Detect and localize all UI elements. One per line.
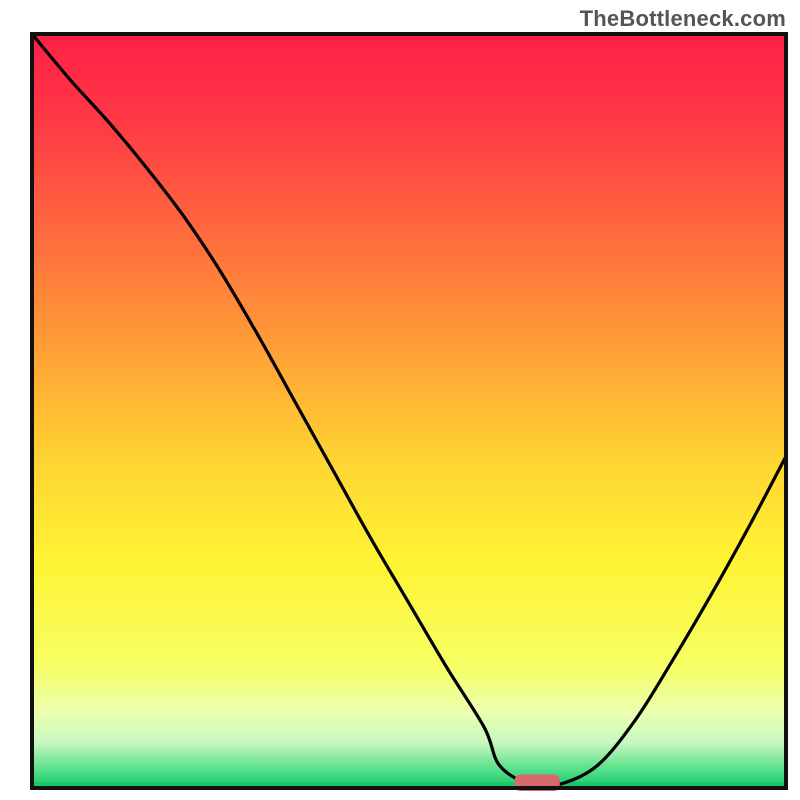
- watermark-text: TheBottleneck.com: [580, 6, 786, 32]
- chart-container: TheBottleneck.com: [0, 0, 800, 800]
- bottleneck-chart: [0, 0, 800, 800]
- plot-background: [32, 34, 786, 788]
